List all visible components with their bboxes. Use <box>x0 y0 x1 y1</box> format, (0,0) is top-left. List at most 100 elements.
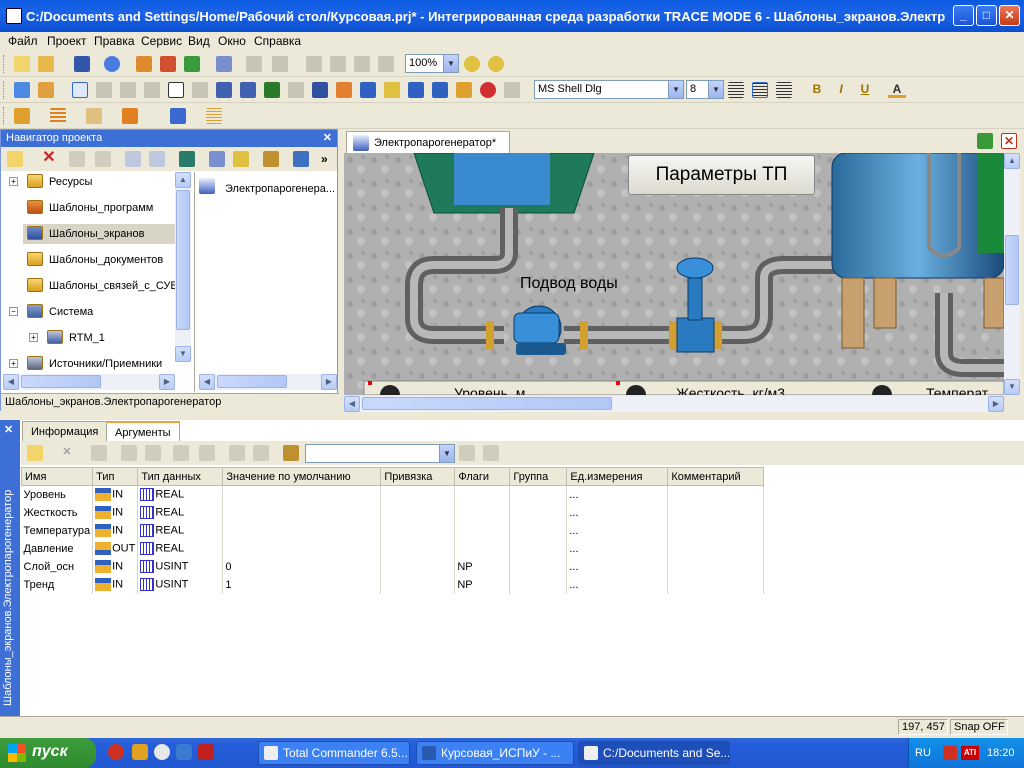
zoom-out-icon[interactable] <box>488 56 504 72</box>
info-icon[interactable] <box>104 56 120 72</box>
cell-type[interactable]: IN <box>92 575 139 594</box>
scroll-left-icon[interactable]: ◀ <box>199 374 215 390</box>
tree-item-db-link-templates[interactable]: Шаблоны_связей_с_СУБ <box>3 276 179 296</box>
parameters-button[interactable]: Параметры ТП <box>628 155 815 195</box>
select-tool-icon[interactable] <box>38 82 54 98</box>
copy-icon[interactable] <box>229 445 245 461</box>
canvas-horizontal-scrollbar[interactable]: ◀ ▶ <box>344 396 1004 412</box>
bug-icon[interactable] <box>184 56 200 72</box>
filter-select[interactable]: ▼ <box>305 444 455 463</box>
app-icon[interactable] <box>6 8 22 24</box>
cell-comment[interactable] <box>667 503 765 522</box>
cell-unit[interactable]: ... <box>566 575 669 594</box>
ati-icon[interactable]: ATI <box>961 746 979 760</box>
fit-icon[interactable] <box>14 82 30 98</box>
redo-icon[interactable] <box>272 56 288 72</box>
menu-window[interactable]: Окно <box>218 34 246 48</box>
menu-view[interactable]: Вид <box>188 34 210 48</box>
close-icon[interactable]: ✕ <box>323 131 332 144</box>
tree-item-document-templates[interactable]: Шаблоны_документов <box>3 250 179 270</box>
cell-flags[interactable] <box>454 503 511 522</box>
cell-name[interactable]: Температура <box>21 521 94 540</box>
cell-dtype[interactable]: USINT <box>137 575 224 594</box>
table-row[interactable]: Давление OUT REAL... <box>21 539 765 558</box>
copy-icon[interactable] <box>330 56 346 72</box>
show-desktop-icon[interactable] <box>176 744 192 760</box>
font-size-select[interactable]: 8 ▼ <box>686 80 724 99</box>
ok-button-tool-icon[interactable] <box>264 82 280 98</box>
scroll-left-icon[interactable]: ◀ <box>3 374 19 390</box>
close-icon[interactable]: ✕ <box>1001 133 1017 149</box>
opera-icon[interactable] <box>108 744 124 760</box>
volume-icon[interactable] <box>943 746 957 760</box>
new-item-icon[interactable] <box>7 151 23 167</box>
trend-tool-icon[interactable] <box>312 82 328 98</box>
cell-default[interactable]: 0 <box>222 557 382 576</box>
chevron-down-icon[interactable]: ▼ <box>439 445 454 462</box>
cell-default[interactable] <box>222 503 382 522</box>
properties-icon[interactable] <box>209 151 225 167</box>
table-row[interactable]: Слой_осн IN USINT 0 NP... <box>21 557 765 576</box>
histogram-tool-icon[interactable] <box>456 82 472 98</box>
column-header[interactable]: Ед.измерения <box>566 467 669 486</box>
font-color-button[interactable]: A <box>888 82 906 98</box>
cell-bind[interactable] <box>380 557 456 576</box>
cell-unit[interactable]: ... <box>566 539 669 558</box>
toolbar-grip[interactable] <box>3 81 6 99</box>
find-icon[interactable] <box>283 445 299 461</box>
screen-canvas[interactable]: Параметры ТП Подвод воды Уровень, м Жест… <box>344 153 1004 395</box>
save-icon[interactable] <box>74 56 90 72</box>
cell-unit[interactable]: ... <box>566 521 669 540</box>
cell-dtype[interactable]: REAL <box>137 521 224 540</box>
gauge-tool-icon[interactable] <box>288 82 304 98</box>
cell-type[interactable]: IN <box>92 521 139 540</box>
cell-default[interactable] <box>222 521 382 540</box>
cell-comment[interactable] <box>667 575 765 594</box>
scroll-thumb[interactable] <box>217 375 287 388</box>
cell-dtype[interactable]: REAL <box>137 485 224 504</box>
undo-icon[interactable] <box>173 445 189 461</box>
language-indicator[interactable]: RU <box>915 747 931 759</box>
add-argument-icon[interactable] <box>27 445 43 461</box>
cell-type[interactable]: IN <box>92 557 139 576</box>
list-horizontal-scrollbar[interactable]: ◀ ▶ <box>199 374 337 390</box>
pointer-icon[interactable] <box>72 82 88 98</box>
report-tool-icon[interactable] <box>432 82 448 98</box>
menu-file[interactable]: Файл <box>8 34 38 48</box>
settings-icon[interactable] <box>91 445 107 461</box>
tab-screen-editor[interactable]: Электропарогенератор* <box>346 131 510 153</box>
delete-icon[interactable] <box>378 56 394 72</box>
arrow-style-icon[interactable] <box>206 108 222 124</box>
expand-icon[interactable]: + <box>9 359 18 368</box>
paste-icon[interactable] <box>354 56 370 72</box>
cell-flags[interactable]: NP <box>454 557 511 576</box>
line-tool-icon[interactable] <box>96 82 112 98</box>
table-row[interactable]: Жесткость IN REAL... <box>21 503 765 522</box>
scroll-right-icon[interactable]: ▶ <box>988 396 1004 412</box>
cell-flags[interactable] <box>454 485 511 504</box>
cell-bind[interactable] <box>380 539 456 558</box>
cell-default[interactable]: 1 <box>222 575 382 594</box>
start-button[interactable]: пуск <box>0 738 96 768</box>
tab-information[interactable]: Информация <box>22 421 108 441</box>
italic-button[interactable]: I <box>832 82 850 98</box>
bar-tool-icon[interactable] <box>240 82 256 98</box>
title-bar[interactable]: C:/Documents and Settings/Home/Рабочий с… <box>0 0 1024 32</box>
scroll-up-icon[interactable]: ▲ <box>1004 153 1020 169</box>
tree-item-system[interactable]: − Система <box>3 302 179 322</box>
cell-group[interactable] <box>509 503 568 522</box>
chart-tool-icon[interactable] <box>336 82 352 98</box>
tree-vertical-scrollbar[interactable]: ▲ ▼ <box>175 172 191 362</box>
more-icon[interactable]: » <box>321 152 328 166</box>
canvas-vertical-scrollbar[interactable]: ▲ ▼ <box>1004 153 1020 395</box>
scroll-right-icon[interactable]: ▶ <box>321 374 337 390</box>
undo-icon[interactable] <box>246 56 262 72</box>
tree-item-sources-receivers[interactable]: + Источники/Приемники <box>3 354 179 374</box>
collapse-icon[interactable]: − <box>9 307 18 316</box>
run-icon[interactable] <box>136 56 152 72</box>
chevron-down-icon[interactable]: ▼ <box>443 55 458 72</box>
sort-desc-icon[interactable] <box>145 445 161 461</box>
cell-flags[interactable] <box>454 521 511 540</box>
align-center-icon[interactable] <box>752 82 768 98</box>
cell-default[interactable] <box>222 539 382 558</box>
